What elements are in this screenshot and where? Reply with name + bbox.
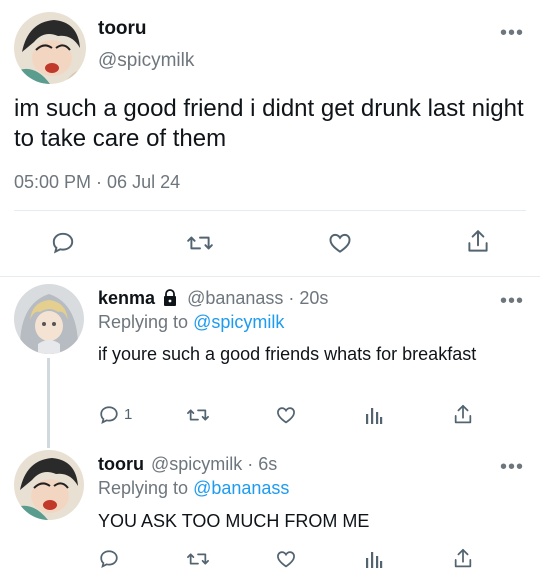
- timestamp[interactable]: 05:00 PM · 06 Jul 24: [14, 172, 180, 193]
- handle-meta[interactable]: @spicymilk · 6s: [151, 454, 277, 474]
- retweet-icon[interactable]: [186, 548, 210, 570]
- replying-to-handle[interactable]: @bananass: [193, 478, 289, 498]
- lock-icon: [162, 289, 178, 306]
- share-icon[interactable]: [452, 547, 474, 571]
- display-name[interactable]: tooru: [98, 454, 144, 474]
- more-options-icon[interactable]: •••: [500, 457, 524, 477]
- like-icon[interactable]: [274, 404, 298, 426]
- more-options-icon[interactable]: •••: [500, 291, 524, 311]
- handle-meta[interactable]: @bananass · 20s: [187, 288, 328, 308]
- analytics-icon[interactable]: [364, 548, 384, 570]
- more-options-icon[interactable]: •••: [500, 23, 524, 43]
- reply-icon[interactable]: [98, 404, 120, 426]
- tweet-text: im such a good friend i didnt get drunk …: [14, 95, 524, 152]
- avatar[interactable]: [14, 284, 84, 354]
- display-name[interactable]: kenma: [98, 288, 155, 308]
- reply-icon[interactable]: [50, 230, 76, 256]
- reply-icon[interactable]: [98, 548, 120, 570]
- replying-to-label: Replying to: [98, 312, 194, 332]
- handle[interactable]: @spicymilk: [98, 50, 194, 72]
- reply-text: YOU ASK TOO MUCH FROM ME: [98, 511, 370, 531]
- share-icon[interactable]: [452, 403, 474, 427]
- display-name[interactable]: tooru: [98, 18, 147, 40]
- like-icon[interactable]: [326, 230, 354, 256]
- avatar[interactable]: [14, 450, 84, 520]
- avatar[interactable]: [14, 12, 86, 84]
- replying-to-label: Replying to: [98, 478, 194, 498]
- divider: [14, 210, 526, 211]
- reply-count: 1: [124, 406, 133, 423]
- like-icon[interactable]: [274, 548, 298, 570]
- replying-to-handle[interactable]: @spicymilk: [193, 312, 284, 332]
- retweet-icon[interactable]: [186, 230, 214, 256]
- reply-header: kenma @bananass · 20s: [98, 288, 328, 309]
- reply-header: tooru @spicymilk · 6s: [98, 454, 277, 475]
- replying-to: Replying to @spicymilk: [98, 312, 284, 333]
- thread-line: [47, 358, 50, 448]
- analytics-icon[interactable]: [364, 404, 384, 426]
- divider: [0, 276, 540, 277]
- reply-text: if youre such a good friends whats for b…: [98, 344, 477, 364]
- retweet-icon[interactable]: [186, 404, 210, 426]
- replying-to: Replying to @bananass: [98, 478, 289, 499]
- share-icon[interactable]: [465, 228, 491, 256]
